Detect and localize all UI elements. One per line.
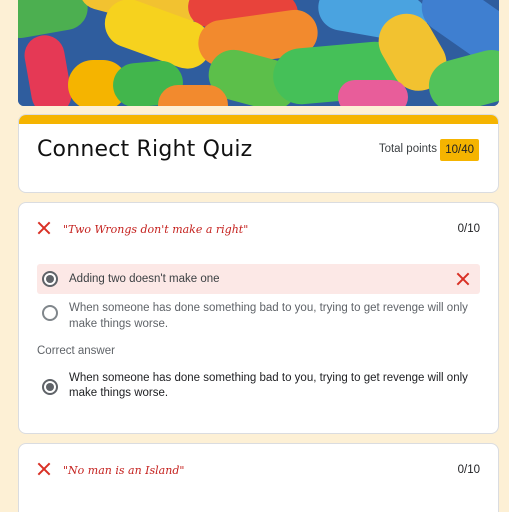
- question-header: "Two Wrongs don't make a right" 0/10: [37, 221, 480, 241]
- incorrect-icon: [37, 462, 51, 476]
- question-card: "Two Wrongs don't make a right" 0/10 Add…: [18, 202, 499, 434]
- option-label: Adding two doesn't make one: [69, 273, 220, 285]
- radio-checked-icon: [42, 271, 58, 287]
- total-points-label: Total points: [378, 143, 437, 155]
- wrong-answer-icon: [456, 272, 470, 286]
- correct-answer-heading: Correct answer: [37, 345, 115, 357]
- correct-answer-label: When someone has done something bad to y…: [69, 372, 468, 399]
- answer-option-selected-wrong: Adding two doesn't make one: [37, 264, 480, 294]
- question-score: 0/10: [457, 464, 480, 476]
- answer-option: When someone has done something bad to y…: [37, 299, 480, 332]
- question-header: "No man is an Island" 0/10: [37, 462, 480, 482]
- candy-banner-image: [18, 0, 499, 106]
- incorrect-icon: [37, 221, 51, 235]
- page-title: Connect Right Quiz: [37, 137, 253, 162]
- quiz-header-card: Connect Right Quiz Total points 10/40: [18, 114, 499, 193]
- correct-answer-option: When someone has done something bad to y…: [37, 371, 480, 401]
- option-label: When someone has done something bad to y…: [69, 302, 468, 330]
- question-title: "Two Wrongs don't make a right": [63, 223, 249, 236]
- question-score: 0/10: [457, 223, 480, 235]
- question-card: "No man is an Island" 0/10: [18, 443, 499, 512]
- accent-bar: [19, 115, 498, 124]
- header-banner-image: [18, 0, 499, 106]
- total-points-badge: 10/40: [440, 139, 479, 161]
- question-title: "No man is an Island": [63, 464, 185, 477]
- radio-checked-icon: [42, 379, 58, 395]
- radio-unchecked-icon: [42, 305, 58, 321]
